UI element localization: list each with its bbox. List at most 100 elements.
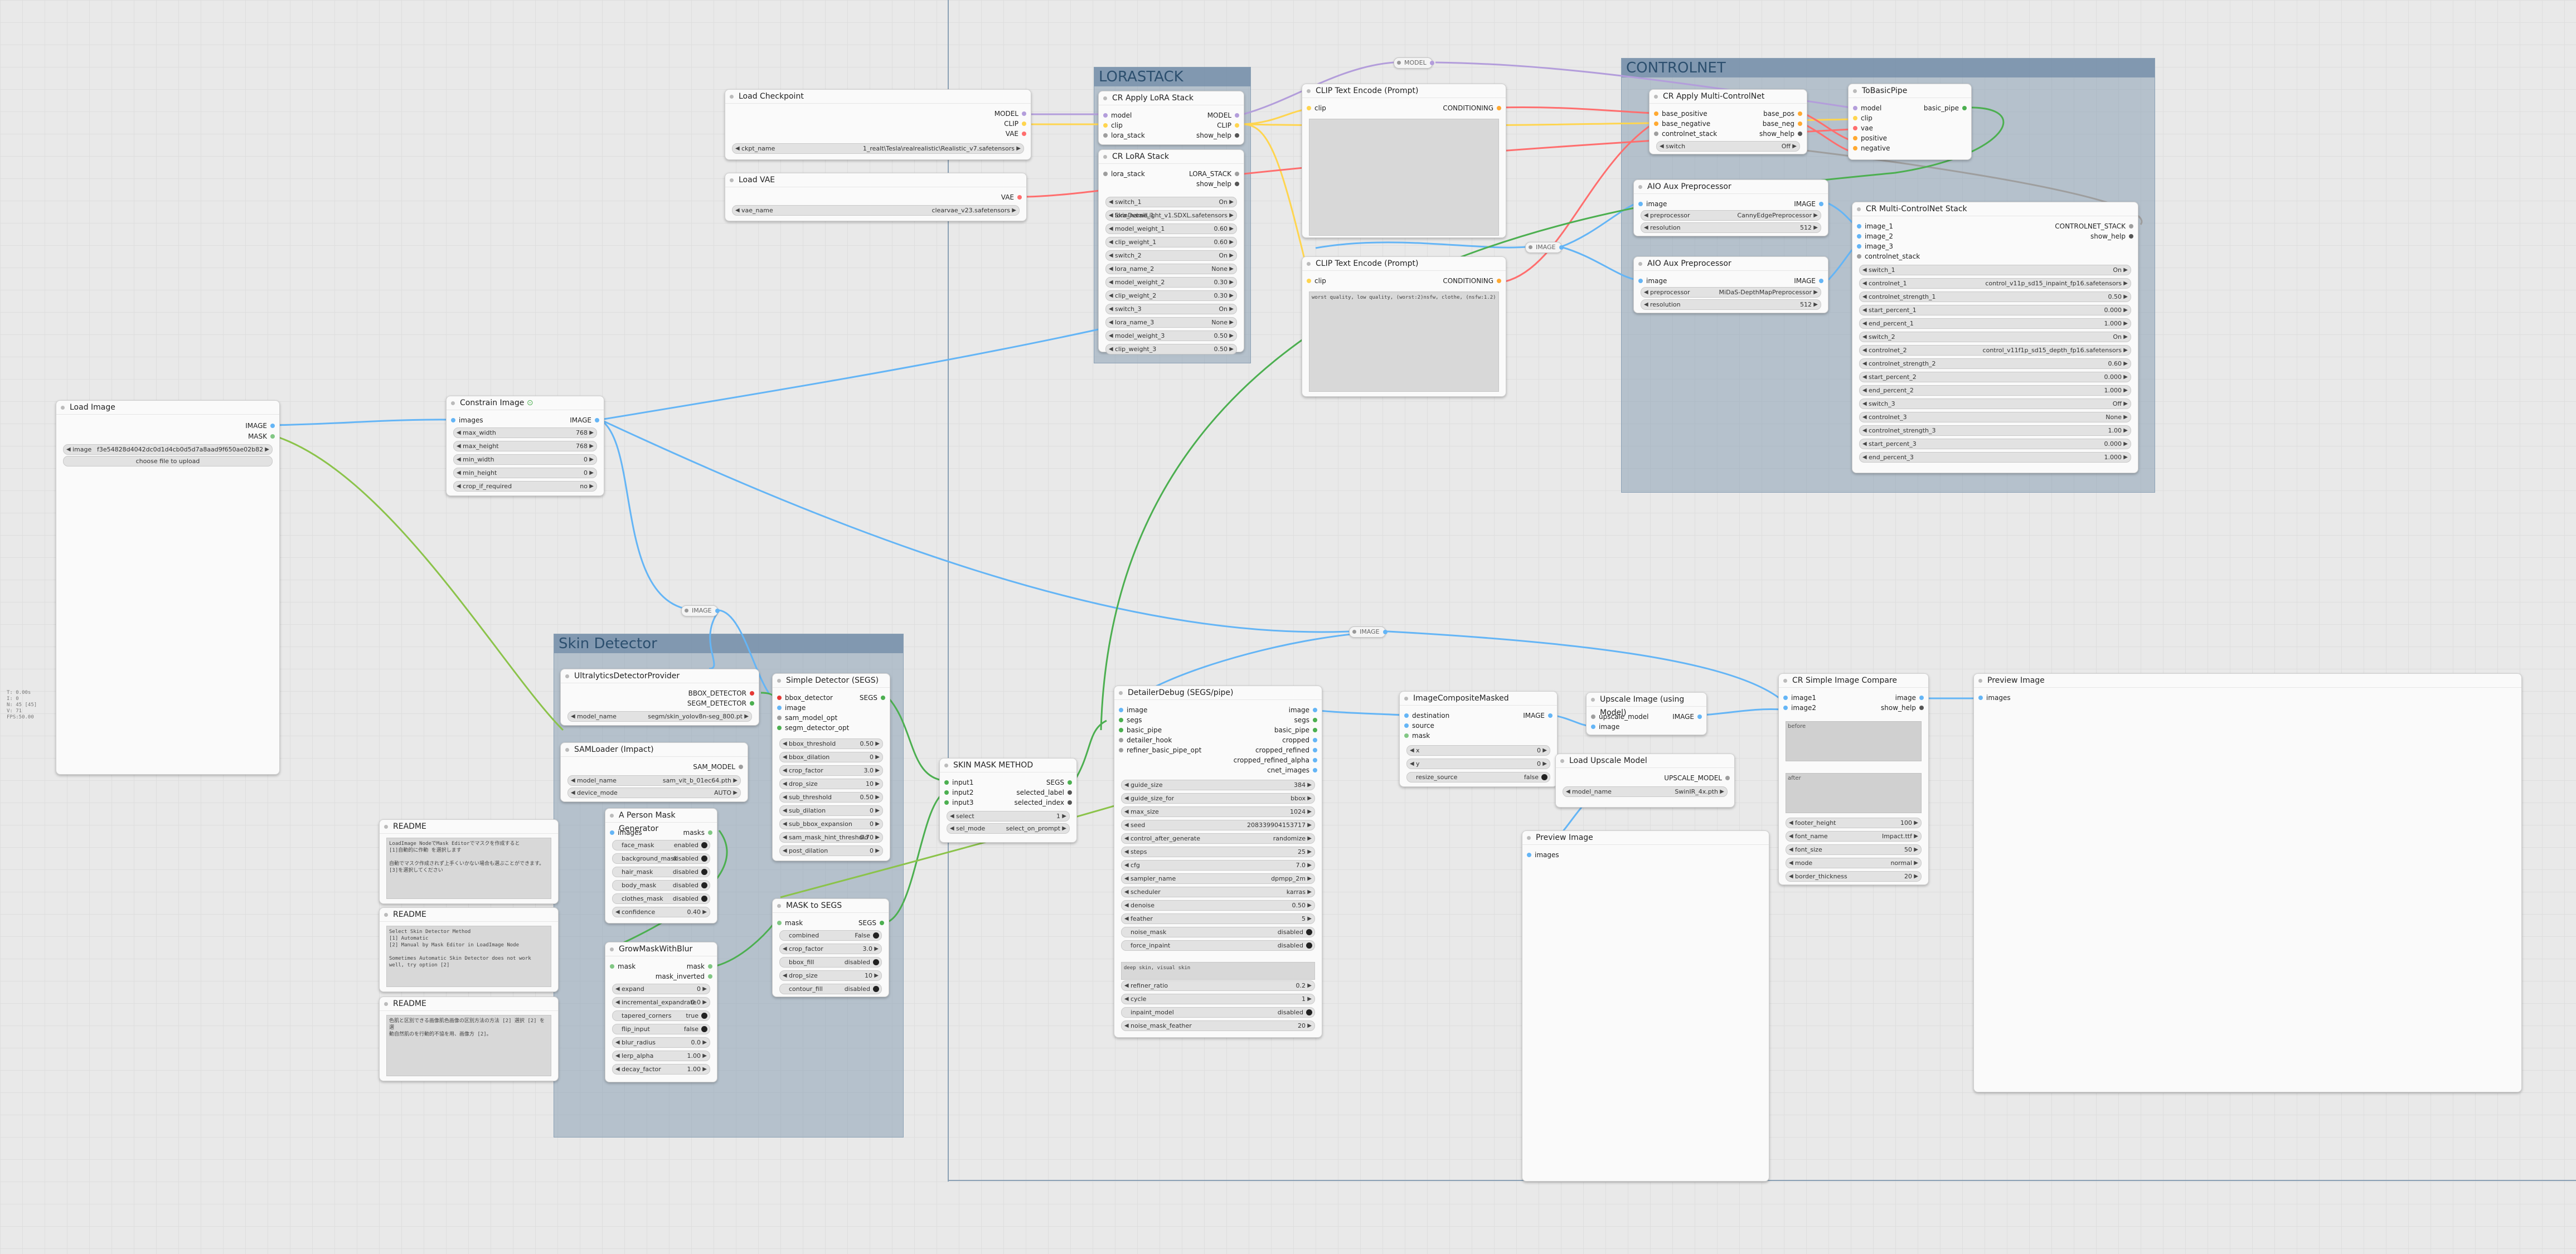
output-conditioning[interactable]: CONDITIONING	[1443, 103, 1501, 113]
widget-font-size[interactable]: ◀ font_size 50 ▶	[1786, 844, 1922, 855]
widget-drop-size[interactable]: ◀ drop_size 10 ▶	[779, 970, 882, 981]
output-image[interactable]: image	[1895, 693, 1924, 703]
output-show-help[interactable]: show_help	[1196, 179, 1239, 189]
decrement-arrow-icon[interactable]: ◀	[783, 752, 787, 762]
increment-arrow-icon[interactable]: ▶	[1307, 887, 1312, 897]
output-base-pos[interactable]: base_pos	[1763, 109, 1802, 119]
input-model[interactable]: model	[1103, 110, 1132, 120]
decrement-arrow-icon[interactable]: ◀	[1124, 901, 1129, 910]
decrement-arrow-icon[interactable]: ◀	[1124, 847, 1129, 857]
widget-post-dilation[interactable]: ◀ post_dilation 0 ▶	[779, 845, 883, 856]
widget-switch-2[interactable]: ◀ switch_2 On ▶	[1859, 332, 2131, 342]
decrement-arrow-icon[interactable]: ◀	[1862, 359, 1867, 368]
input-clip[interactable]: clip	[1307, 276, 1326, 286]
decrement-arrow-icon[interactable]: ◀	[950, 824, 954, 833]
input-images[interactable]: images	[451, 415, 483, 425]
increment-arrow-icon[interactable]: ▶	[1914, 832, 1918, 841]
decrement-arrow-icon[interactable]: ◀	[1789, 832, 1793, 841]
input-images[interactable]: images	[1978, 693, 2011, 703]
output-segm-detector[interactable]: SEGM_DETECTOR	[687, 698, 754, 708]
decrement-arrow-icon[interactable]: ◀	[1124, 794, 1129, 803]
increment-arrow-icon[interactable]: ▶	[1229, 251, 1234, 260]
node-apply-lora-stack[interactable]: CR Apply LoRA Stack model clip lora_stac…	[1098, 91, 1244, 145]
model-name-combo[interactable]: ◀ model_name segm/skin_yolov8n-seg_800.pt ▶	[567, 711, 752, 722]
decrement-arrow-icon[interactable]: ◀	[1862, 372, 1867, 382]
node-load-upscale-model[interactable]: Load Upscale Model UPSCALE_MODEL ◀ model_…	[1555, 754, 1735, 808]
widget-font-name[interactable]: ◀ font_name Impact.ttf ▶	[1786, 831, 1922, 842]
input-image1[interactable]: image1	[1783, 693, 1816, 703]
increment-arrow-icon[interactable]: ▶	[874, 971, 879, 980]
output-image[interactable]: IMAGE	[570, 415, 599, 425]
widget-inpaint-model[interactable]: inpaint_model disabled	[1121, 1007, 1315, 1018]
widget-switch-1[interactable]: ◀ switch_1 On ▶	[1859, 265, 2131, 275]
increment-arrow-icon[interactable]: ▶	[2123, 319, 2128, 328]
node-load-image[interactable]: Load Image IMAGE MASK ◀ image f3e54828d404…	[56, 400, 280, 775]
output-image[interactable]: IMAGE	[1523, 711, 1553, 721]
decrement-arrow-icon[interactable]: ◀	[783, 779, 787, 789]
widget-mode[interactable]: ◀ mode normal ▶	[1786, 858, 1922, 868]
widget-force-inpaint[interactable]: force_inpaint disabled	[1121, 940, 1315, 951]
decrement-arrow-icon[interactable]: ◀	[1109, 278, 1113, 287]
widget-sub-dilation[interactable]: ◀ sub_dilation 0 ▶	[779, 805, 883, 816]
decrement-arrow-icon[interactable]: ◀	[1109, 224, 1113, 234]
decrement-arrow-icon[interactable]: ◀	[615, 1038, 620, 1047]
input-clip[interactable]: clip	[1103, 120, 1123, 130]
decrement-arrow-icon[interactable]: ◀	[457, 455, 461, 464]
decrement-arrow-icon[interactable]: ◀	[1124, 861, 1129, 870]
decrement-arrow-icon[interactable]: ◀	[1862, 319, 1867, 328]
decrement-arrow-icon[interactable]: ◀	[1410, 759, 1414, 769]
input-controlnet-stack[interactable]: controlnet_stack	[1857, 251, 1920, 261]
decrement-arrow-icon[interactable]: ◀	[1862, 439, 1867, 449]
increment-arrow-icon[interactable]: ▶	[1229, 211, 1234, 220]
increment-arrow-icon[interactable]: ▶	[2123, 412, 2128, 422]
increment-arrow-icon[interactable]: ▶	[874, 944, 879, 954]
widget-model-weight-3[interactable]: ◀ model_weight_3 0.50 ▶	[1105, 330, 1237, 341]
decrement-arrow-icon[interactable]: ◀	[1862, 386, 1867, 395]
output-basic-pipe[interactable]: basic_pipe	[1924, 103, 1967, 113]
input-mask[interactable]: mask	[777, 918, 803, 928]
increment-arrow-icon[interactable]: ▶	[1229, 331, 1234, 341]
widget-min-width[interactable]: ◀ min_width 0 ▶	[453, 454, 597, 465]
decrement-arrow-icon[interactable]: ◀	[783, 739, 787, 748]
input-image[interactable]: image	[1119, 705, 1147, 715]
input-segm-detector-opt[interactable]: segm_detector_opt	[777, 723, 849, 733]
input-input3[interactable]: input3	[944, 798, 974, 808]
decrement-arrow-icon[interactable]: ◀	[1862, 292, 1867, 302]
increment-arrow-icon[interactable]: ▶	[1307, 994, 1312, 1004]
widget-lora-name-3[interactable]: ◀ lora_name_3 None ▶	[1105, 317, 1237, 328]
toggle-knob-icon[interactable]	[701, 842, 707, 848]
output-segs[interactable]: SEGS	[1046, 777, 1072, 788]
increment-arrow-icon[interactable]: ▶	[1914, 872, 1918, 881]
toggle-knob-icon[interactable]	[1306, 1009, 1312, 1015]
output-cropped-refined-alpha[interactable]: cropped_refined_alpha	[1234, 755, 1317, 765]
output-show-help[interactable]: show_help	[1881, 703, 1924, 713]
input-clip[interactable]: clip	[1307, 103, 1326, 113]
widget-flip-input[interactable]: flip_input false	[612, 1024, 710, 1034]
widget-noise-mask[interactable]: noise_mask disabled	[1121, 927, 1315, 937]
node-simple-image-compare[interactable]: CR Simple Image Compare image1 image2 im…	[1778, 673, 1929, 885]
widget-guide-size-for[interactable]: ◀ guide_size_for bbox ▶	[1121, 793, 1315, 804]
input-destination[interactable]: destination	[1404, 711, 1449, 721]
decrement-arrow-icon[interactable]: ◀	[1789, 818, 1793, 828]
node-person-mask-generator[interactable]: A Person Mask Generator images masks fac…	[605, 808, 717, 924]
widget-control-after-generate[interactable]: ◀ control_after_generate randomize ▶	[1121, 833, 1315, 844]
decrement-arrow-icon[interactable]: ◀	[1109, 197, 1113, 207]
output-image[interactable]: IMAGE	[1672, 712, 1702, 722]
widget-drop-size[interactable]: ◀ drop_size 10 ▶	[779, 779, 883, 789]
input-refiner-basic-pipe[interactable]: refiner_basic_pipe_opt	[1119, 745, 1201, 755]
widget-end-percent-2[interactable]: ◀ end_percent_2 1.000 ▶	[1859, 385, 2131, 396]
widget-controlnet-strength-1[interactable]: ◀ controlnet_strength_1 0.50 ▶	[1859, 291, 2131, 302]
node-preview-image-middle[interactable]: Preview Image images	[1522, 830, 1769, 1182]
increment-arrow-icon[interactable]: ▶	[702, 998, 707, 1007]
widget-sel-mode[interactable]: ◀ sel_mode select_on_prompt ▶	[947, 823, 1070, 834]
model-name-combo[interactable]: ◀ model_name SwinIR_4x.pth ▶	[1563, 786, 1728, 797]
increment-arrow-icon[interactable]: ▶	[2123, 359, 2128, 368]
increment-arrow-icon[interactable]: ▶	[702, 1038, 707, 1047]
node-skin-mask-method[interactable]: SKIN MASK METHOD input1 input2 input3 SE…	[939, 758, 1077, 843]
input-bbox-detector[interactable]: bbox_detector	[777, 693, 833, 703]
input-input1[interactable]: input1	[944, 777, 974, 788]
increment-arrow-icon[interactable]: ▶	[2123, 279, 2128, 288]
node-lora-stack[interactable]: CR LoRA Stack lora_stack LORA_STACK show…	[1098, 149, 1244, 354]
increment-arrow-icon[interactable]: ▶	[702, 1051, 707, 1061]
widget-resize-source[interactable]: resize_source false	[1406, 772, 1550, 782]
